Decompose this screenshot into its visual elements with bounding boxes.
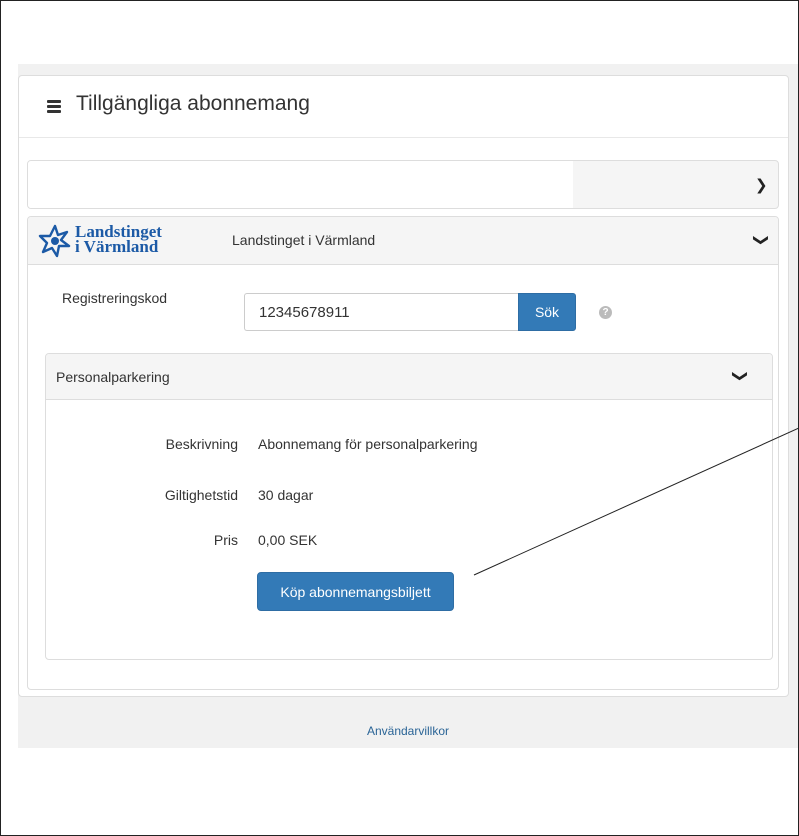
chevron-down-icon[interactable]: ❯	[752, 234, 770, 247]
terms-link[interactable]: Användarvillkor	[0, 724, 799, 738]
subscription-chevron-down-icon[interactable]: ❯	[731, 370, 749, 383]
collapsed-panel-blank	[28, 161, 573, 208]
subscription-panel: Personalparkering ❯ Beskrivning Abonnema…	[45, 353, 773, 660]
search-button[interactable]: Sök	[518, 293, 576, 331]
organization-name: Landstinget i Värmland	[232, 232, 376, 248]
organization-logo-text: Landstinget i Värmland	[75, 223, 162, 256]
buy-subscription-button[interactable]: Köp abonnemangsbiljett	[257, 572, 454, 611]
validity-value: 30 dagar	[258, 487, 314, 503]
validity-label: Giltighetstid	[164, 487, 238, 503]
organization-logo: Landstinget i Värmland	[38, 223, 198, 260]
page-title: Tillgängliga abonnemang	[76, 92, 310, 115]
price-value: 0,00 SEK	[258, 532, 318, 548]
subscription-title: Personalparkering	[56, 369, 170, 385]
price-label: Pris	[213, 532, 238, 548]
organization-panel: Landstinget i Värmland Landstinget i Vär…	[27, 216, 779, 690]
chevron-right-icon[interactable]: ❯	[755, 176, 768, 194]
description-value: Abonnemang för personalparkering	[258, 436, 478, 452]
registration-code-label: Registreringskod	[62, 290, 168, 306]
subscriptions-card: Tillgängliga abonnemang ❯ Landstinget i …	[18, 75, 789, 697]
help-icon[interactable]: ?	[599, 306, 612, 319]
subscription-header[interactable]: Personalparkering ❯	[46, 354, 772, 400]
description-label: Beskrivning	[165, 436, 238, 452]
collapsed-panel[interactable]: ❯	[27, 160, 779, 209]
registration-code-input[interactable]	[244, 293, 520, 331]
list-icon	[47, 100, 61, 114]
star-flower-icon	[38, 224, 71, 258]
logo-line2: i Värmland	[75, 237, 159, 256]
card-header: Tillgängliga abonnemang	[19, 76, 788, 138]
organization-header[interactable]: Landstinget i Värmland Landstinget i Vär…	[28, 217, 778, 265]
